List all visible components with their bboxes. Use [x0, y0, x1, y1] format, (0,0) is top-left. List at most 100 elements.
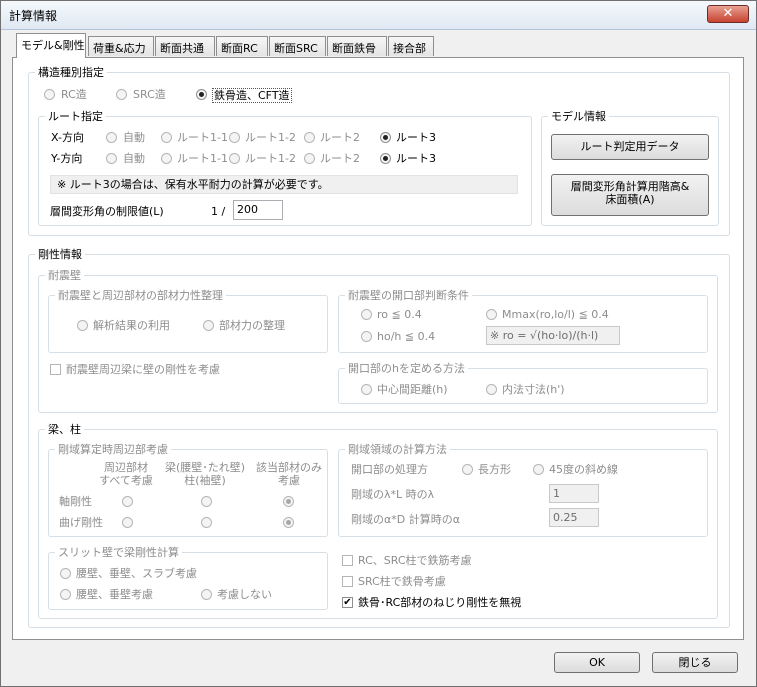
opening-h-label: 開口部のhを定める方法	[345, 362, 468, 375]
shear-wall-label: 耐震壁	[45, 269, 84, 282]
col2-line2: 柱(袖壁)	[184, 474, 226, 487]
x-route-2[interactable]	[304, 132, 315, 143]
x-route-1-1[interactable]	[161, 132, 172, 143]
tab-section-src[interactable]: 断面SRC	[269, 36, 326, 56]
wall-force-label: 耐震壁と周辺部材の部材力性整理	[55, 289, 226, 302]
x-route-auto[interactable]	[106, 132, 117, 143]
x-route-1-2[interactable]	[229, 132, 240, 143]
close-button[interactable]: 閉じる	[652, 652, 738, 673]
opening-process-label: 開口部の処理方	[351, 463, 428, 476]
y-route-auto-label: 自動	[123, 152, 145, 165]
x-route-2-label: ルート2	[320, 131, 360, 144]
x-route-1-2-label: ルート1-2	[245, 131, 296, 144]
x-route-3-label: ルート3	[396, 131, 436, 144]
src-steel-label: SRC柱で鉄骨考慮	[358, 575, 446, 588]
torsion-ignore-label: 鉄骨･RC部材のねじり剛性を無視	[358, 596, 522, 609]
lambda-input[interactable]: 1	[549, 484, 599, 503]
radio-rectangle-label: 長方形	[478, 463, 511, 476]
bending-target-only[interactable]	[283, 517, 294, 528]
tab-load-stress[interactable]: 荷重&応力	[88, 36, 154, 56]
src-steel-checkbox[interactable]	[342, 576, 353, 587]
radio-ro[interactable]	[361, 309, 372, 320]
radio-center-distance[interactable]	[361, 384, 372, 395]
x-route-3[interactable]	[380, 132, 391, 143]
radio-rectangle[interactable]	[462, 464, 473, 475]
radio-slit-all-label: 腰壁、垂壁、スラブ考慮	[76, 567, 197, 580]
bending-beam-column[interactable]	[201, 517, 212, 528]
story-height-area-button[interactable]: 層間変形角計算用階高& 床面積(A)	[551, 174, 709, 216]
radio-analysis-result[interactable]	[77, 320, 88, 331]
y-route-1-2[interactable]	[229, 153, 240, 164]
y-direction-label: Y-方向	[51, 152, 83, 165]
ro-formula-box: ※ ro = √(ho·lo)/(h·l)	[486, 326, 620, 345]
radio-inner-dimension[interactable]	[486, 384, 497, 395]
wall-beam-stiffness-checkbox[interactable]	[50, 364, 61, 375]
radio-center-distance-label: 中心間距離(h)	[377, 383, 448, 396]
radio-45deg-label: 45度の斜め線	[549, 463, 618, 476]
rc-src-rebar-checkbox[interactable]	[342, 555, 353, 566]
slit-wall-label: スリット壁で梁剛性計算	[55, 546, 182, 559]
torsion-ignore-checkbox[interactable]: ✔	[342, 597, 353, 608]
col2-line1: 梁(腰壁･たれ壁)	[164, 461, 246, 474]
tab-section-rc[interactable]: 断面RC	[216, 36, 268, 56]
radio-slit-walls[interactable]	[60, 589, 71, 600]
radio-steel-cft-label: 鉄骨造、CFT造	[212, 88, 292, 103]
x-direction-label: X-方向	[51, 131, 84, 144]
title-bar[interactable]: 計算情報 ✕	[1, 1, 756, 30]
alpha-label: 剛域のα*D 計算時のα	[351, 513, 460, 526]
slit-wall-group	[48, 552, 328, 610]
col3-line2: 考慮	[278, 474, 300, 487]
y-route-2-label: ルート2	[320, 152, 360, 165]
bending-stiffness-label: 曲げ剛性	[59, 516, 103, 529]
radio-rc[interactable]	[44, 89, 55, 100]
radio-ho-h-label: ho/h ≦ 0.4	[377, 330, 436, 343]
route-data-button[interactable]: ルート判定用データ	[551, 134, 709, 160]
rigid-zone-label: 剛域算定時周辺部考慮	[55, 443, 171, 456]
axial-beam-column[interactable]	[201, 496, 212, 507]
radio-45deg[interactable]	[533, 464, 544, 475]
tab-joint[interactable]: 接合部	[388, 36, 434, 56]
col3-line1: 該当部材のみ	[256, 461, 322, 474]
radio-inner-dimension-label: 内法寸法(h')	[502, 383, 565, 396]
tab-section-steel[interactable]: 断面鉄骨	[327, 36, 387, 56]
drift-limit-input[interactable]: 200	[233, 200, 283, 220]
col1-line1: 周辺部材	[104, 461, 148, 474]
story-height-area-button-line2: 床面積(A)	[605, 193, 655, 206]
radio-ho-h[interactable]	[361, 331, 372, 342]
radio-slit-none[interactable]	[201, 589, 212, 600]
drift-limit-prefix: 1 /	[211, 205, 226, 218]
tab-model-stiffness[interactable]: モデル&剛性	[16, 33, 86, 58]
lambda-label: 剛域のλ*L 時のλ	[351, 488, 435, 501]
radio-slit-none-label: 考慮しない	[217, 588, 272, 601]
radio-src[interactable]	[116, 89, 127, 100]
rigid-calc-label: 剛域領域の計算方法	[345, 443, 450, 456]
story-height-area-button-line1: 層間変形角計算用階高&	[570, 180, 690, 193]
wall-force-group	[48, 295, 328, 353]
radio-mmax[interactable]	[486, 309, 497, 320]
ok-button[interactable]: OK	[554, 652, 640, 673]
radio-steel-cft[interactable]	[196, 89, 207, 100]
radio-member-force[interactable]	[203, 320, 214, 331]
wall-opening-label: 耐震壁の開口部判断条件	[345, 289, 472, 302]
alpha-input[interactable]: 0.25	[549, 508, 599, 527]
bending-all-members[interactable]	[122, 517, 133, 528]
x-route-auto-label: 自動	[123, 131, 145, 144]
y-route-1-1[interactable]	[161, 153, 172, 164]
axial-target-only[interactable]	[283, 496, 294, 507]
radio-member-force-label: 部材力の整理	[219, 319, 285, 332]
stiffness-info-label: 剛性情報	[35, 248, 85, 261]
tab-section-common[interactable]: 断面共通	[155, 36, 215, 56]
axial-all-members[interactable]	[122, 496, 133, 507]
drift-limit-label: 層間変形角の制限値(L)	[50, 205, 164, 218]
y-route-auto[interactable]	[106, 153, 117, 164]
radio-src-label: SRC造	[133, 88, 166, 101]
radio-analysis-result-label: 解析結果の利用	[93, 319, 170, 332]
route3-note: ※ ルート3の場合は、保有水平耐力の計算が必要です。	[50, 175, 518, 194]
radio-mmax-label: Mmax(ro,lo/l) ≦ 0.4	[502, 308, 609, 321]
radio-slit-all[interactable]	[60, 568, 71, 579]
model-info-label: モデル情報	[548, 110, 609, 123]
y-route-3[interactable]	[380, 153, 391, 164]
y-route-2[interactable]	[304, 153, 315, 164]
close-icon[interactable]: ✕	[707, 5, 749, 23]
x-route-1-1-label: ルート1-1	[177, 131, 228, 144]
